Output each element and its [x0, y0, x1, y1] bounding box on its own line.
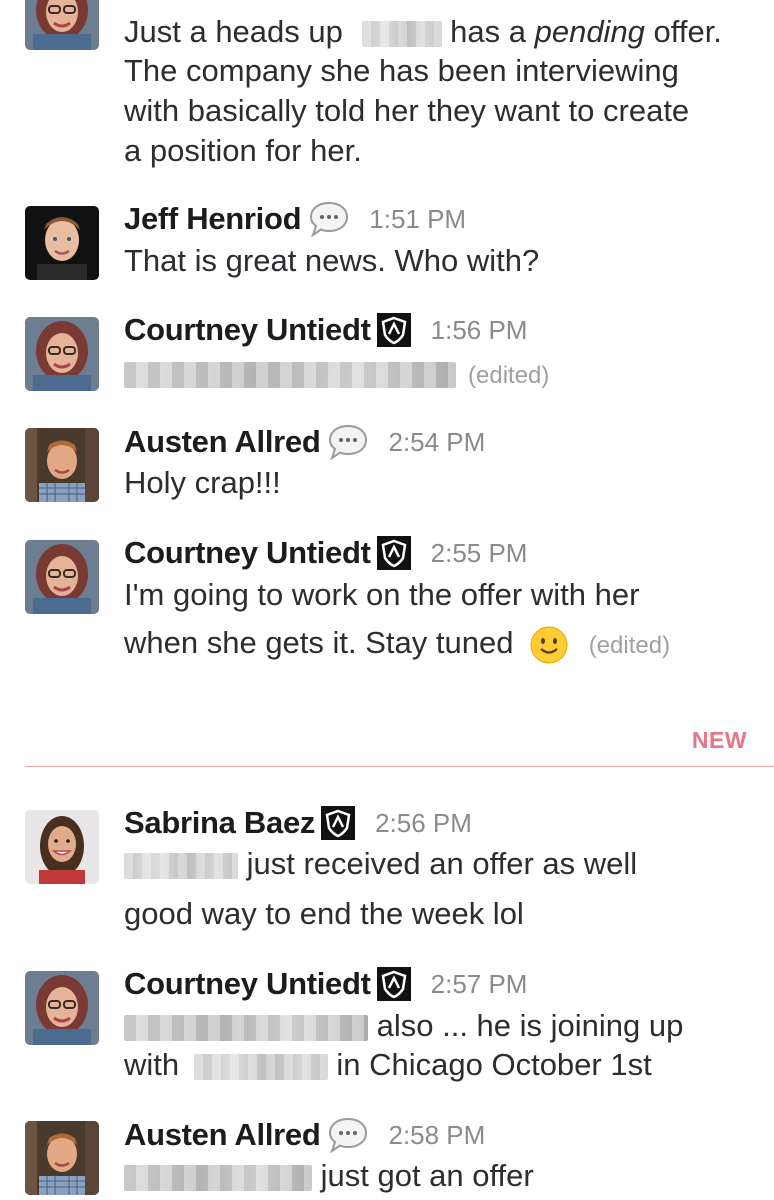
timestamp[interactable]: 2:55 PM: [431, 538, 528, 569]
message-text-segment: with: [124, 1047, 180, 1082]
avatar[interactable]: [25, 0, 99, 50]
timestamp[interactable]: 2:56 PM: [375, 808, 472, 839]
message-text-segment: in Chicago October 1st: [327, 1047, 652, 1082]
message-text: Holy crap!!!: [124, 465, 281, 500]
redacted-text: [124, 852, 238, 879]
message-text: a position for her.: [124, 133, 362, 168]
shield-badge-icon: [376, 536, 411, 570]
redacted-text: [361, 20, 442, 47]
message-text-segment: just received an offer as well: [238, 846, 638, 881]
author-name[interactable]: Jeff Henriod: [124, 201, 302, 237]
redacted-text: [193, 1053, 328, 1080]
message-text-segment: also ... he is joining up: [368, 1008, 684, 1043]
message-text: The company she has been interviewing: [124, 53, 679, 88]
message-text-segment: offer.: [644, 14, 722, 49]
message-text-segment: when she gets it. Stay tuned: [124, 625, 514, 660]
timestamp[interactable]: 2:57 PM: [431, 969, 528, 1000]
timestamp[interactable]: 2:54 PM: [388, 427, 485, 458]
timestamp[interactable]: 2:58 PM: [388, 1120, 485, 1151]
avatar[interactable]: [25, 317, 99, 391]
message-text: when she gets it. Stay tuned (edited): [124, 623, 670, 666]
avatar[interactable]: [25, 1121, 99, 1195]
message-text: I'm going to work on the offer with her: [124, 577, 640, 612]
message-text: good way to end the week lol: [124, 896, 524, 931]
italic-text: pending: [534, 14, 645, 49]
author-name[interactable]: Courtney Untiedt: [124, 535, 371, 571]
redacted-text: [124, 1164, 312, 1191]
shield-badge-icon: [376, 313, 411, 347]
edited-label: (edited): [588, 632, 671, 659]
author-name[interactable]: Courtney Untiedt: [124, 312, 371, 348]
message-text-segment: Just a heads up: [124, 14, 343, 49]
message-text: with basically told her they want to cre…: [124, 93, 690, 128]
avatar[interactable]: [25, 428, 99, 502]
avatar[interactable]: [25, 810, 99, 884]
edited-label: (edited): [468, 362, 550, 389]
shield-badge-icon: [376, 967, 411, 1001]
speech-bubble-icon: [328, 1117, 368, 1154]
message-text: just got an offer: [124, 1156, 534, 1196]
message-text: with in Chicago October 1st: [124, 1045, 652, 1085]
timestamp[interactable]: 1:56 PM: [431, 315, 528, 346]
message-text: Just a heads up has a pending offer.: [124, 12, 722, 52]
avatar[interactable]: [25, 971, 99, 1045]
author-name[interactable]: Sabrina Baez: [124, 805, 315, 841]
message-text-segment: just got an offer: [312, 1158, 534, 1193]
redacted-text: [124, 361, 456, 388]
author-name[interactable]: Courtney Untiedt: [124, 966, 371, 1002]
message-text: That is great news. Who with?: [124, 243, 540, 278]
shield-badge-icon: [321, 806, 356, 840]
author-name[interactable]: Austen Allred: [124, 424, 321, 460]
slightly-smiling-face-icon: [530, 626, 568, 664]
avatar[interactable]: [25, 206, 99, 280]
new-messages-divider: [25, 766, 774, 767]
message-text: also ... he is joining up: [124, 1006, 683, 1046]
avatar[interactable]: [25, 540, 99, 614]
new-messages-label: NEW: [691, 727, 747, 753]
timestamp[interactable]: 1:51 PM: [369, 204, 466, 235]
message-text-segment: has a: [450, 14, 535, 49]
speech-bubble-icon: [328, 424, 368, 461]
author-name[interactable]: Austen Allred: [124, 1117, 321, 1153]
speech-bubble-icon: [309, 201, 349, 238]
message-text: (edited): [124, 353, 549, 396]
redacted-text: [124, 1014, 368, 1041]
message-text: just received an offer as well: [124, 844, 637, 884]
